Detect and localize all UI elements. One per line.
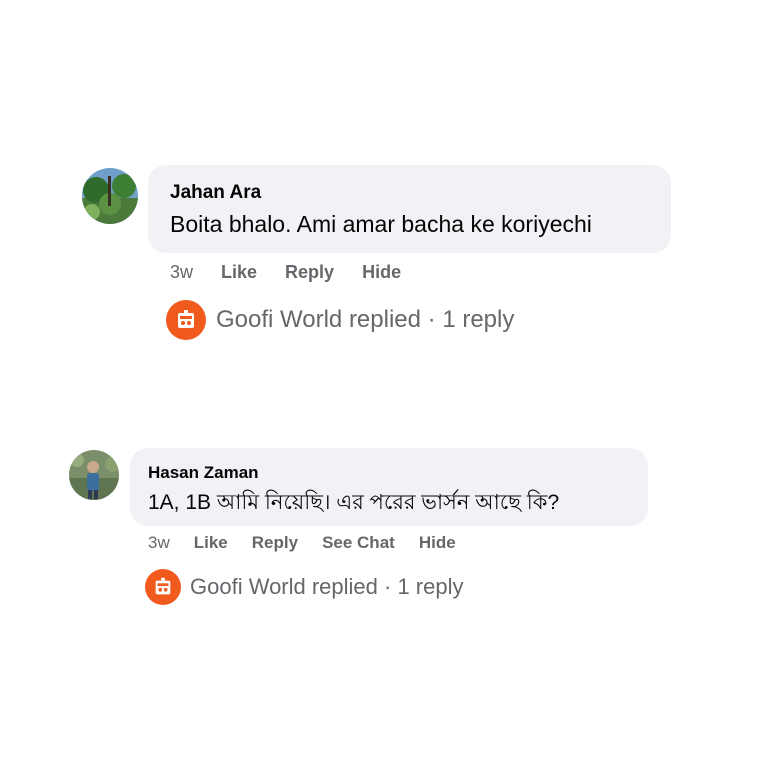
see-chat-button[interactable]: See Chat — [322, 533, 395, 553]
hide-button[interactable]: Hide — [419, 533, 456, 553]
comment-author[interactable]: Hasan Zaman — [148, 463, 259, 483]
reply-button[interactable]: Reply — [252, 533, 298, 553]
avatar[interactable] — [69, 450, 119, 500]
comment-timestamp[interactable]: 3w — [148, 533, 170, 553]
comment-actions: 3w Like Reply See Chat Hide — [148, 532, 456, 554]
goofi-world-logo-icon — [145, 569, 181, 605]
replied-label: Goofi World replied · 1 reply — [216, 306, 515, 333]
comment-bubble: Jahan Ara Boita bhalo. Ami amar bacha ke… — [148, 165, 671, 253]
comment-text: 1A, 1B আমি নিয়েছি। এর পরের ভার্সন আছে ক… — [148, 491, 560, 514]
goofi-world-logo-icon — [166, 300, 206, 340]
like-button[interactable]: Like — [194, 533, 228, 553]
reply-button[interactable]: Reply — [285, 262, 334, 283]
like-button[interactable]: Like — [221, 262, 257, 283]
comment-actions: 3w Like Reply Hide — [170, 260, 401, 284]
avatar[interactable] — [82, 168, 138, 224]
comment-bubble: Hasan Zaman 1A, 1B আমি নিয়েছি। এর পরের … — [130, 448, 648, 526]
profile-photo-trees-icon — [82, 168, 138, 224]
replied-label: Goofi World replied · 1 reply — [190, 574, 464, 599]
view-replies-link[interactable]: Goofi World replied · 1 reply — [166, 299, 514, 341]
profile-photo-person-icon — [69, 450, 119, 500]
comment-timestamp[interactable]: 3w — [170, 262, 193, 283]
hide-button[interactable]: Hide — [362, 262, 401, 283]
comment-author[interactable]: Jahan Ara — [170, 182, 261, 204]
view-replies-link[interactable]: Goofi World replied · 1 reply — [145, 568, 464, 606]
comment-text: Boita bhalo. Ami amar bacha ke koriyechi — [170, 211, 592, 237]
